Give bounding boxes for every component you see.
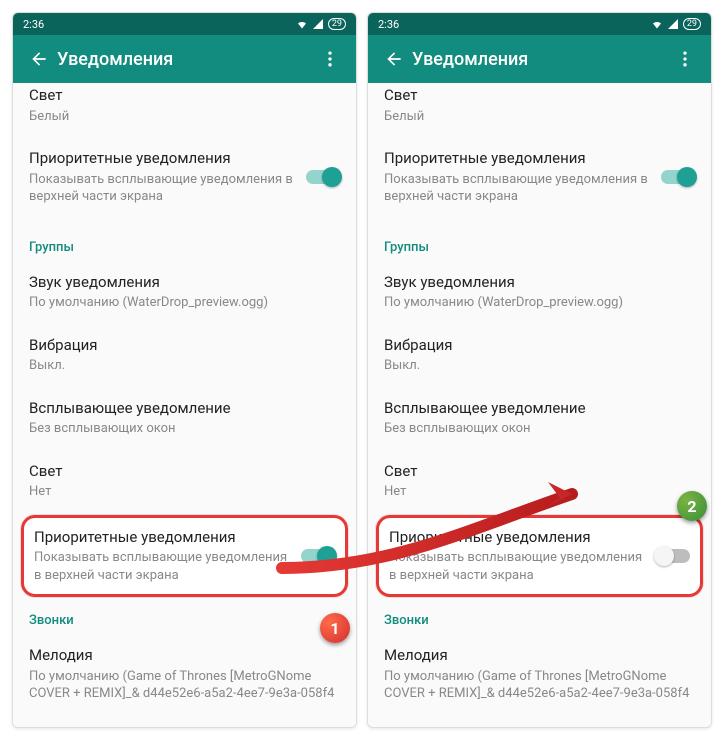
action-bar: Уведомления: [368, 35, 711, 83]
section-groups: Группы: [13, 226, 356, 261]
step-badge-2: 2: [677, 491, 707, 521]
phone-right: 2:36 29 Уведомления Свет Белый Приоритет…: [367, 12, 712, 728]
setting-ringtone[interactable]: Мелодия По умолчанию (Game of Thrones [M…: [368, 634, 711, 715]
more-button[interactable]: [312, 49, 348, 69]
arrow-back-icon: [384, 49, 404, 69]
action-bar: Уведомления: [13, 35, 356, 83]
setting-priority-highlight[interactable]: Приоритетные уведомления Показывать вспл…: [21, 515, 348, 598]
status-icons: 29: [296, 18, 346, 30]
phones-container: 2:36 29 Уведомления Свет Белый Приоритет…: [12, 12, 712, 728]
page-title: Уведомления: [412, 49, 667, 70]
setting-popup[interactable]: Всплывающее уведомление Без всплывающих …: [13, 387, 356, 450]
wifi-icon: [296, 18, 308, 30]
phone-left: 2:36 29 Уведомления Свет Белый Приоритет…: [12, 12, 357, 728]
status-icons: 29: [651, 18, 701, 30]
step-badge-1: 1: [320, 613, 350, 643]
toggle-priority-highlight[interactable]: [656, 549, 690, 563]
battery-icon: 29: [683, 18, 701, 30]
setting-popup[interactable]: Всплывающее уведомление Без всплывающих …: [368, 387, 711, 450]
more-vert-icon: [320, 49, 340, 69]
arrow-back-icon: [29, 49, 49, 69]
setting-vibration[interactable]: Вибрация Выкл.: [368, 324, 711, 387]
setting-light-2[interactable]: Свет Нет: [13, 450, 356, 513]
status-time: 2:36: [378, 18, 651, 31]
toggle-priority-top[interactable]: [306, 170, 340, 184]
setting-vibration[interactable]: Вибрация Выкл.: [13, 324, 356, 387]
setting-priority-top[interactable]: Приоритетные уведомления Показывать вспл…: [13, 137, 356, 218]
section-calls: Звонки: [368, 599, 711, 634]
settings-list[interactable]: Свет Белый Приоритетные уведомления Пока…: [13, 83, 356, 727]
toggle-priority-highlight[interactable]: [301, 549, 335, 563]
more-vert-icon: [675, 49, 695, 69]
toggle-priority-top[interactable]: [661, 170, 695, 184]
more-button[interactable]: [667, 49, 703, 69]
page-title: Уведомления: [57, 49, 312, 70]
setting-light-2[interactable]: Свет Нет: [368, 450, 711, 513]
status-bar: 2:36 29: [368, 13, 711, 35]
status-time: 2:36: [23, 18, 296, 31]
setting-priority-top[interactable]: Приоритетные уведомления Показывать вспл…: [368, 137, 711, 218]
setting-sound[interactable]: Звук уведомления По умолчанию (WaterDrop…: [13, 261, 356, 324]
back-button[interactable]: [21, 49, 57, 69]
setting-light[interactable]: Свет Белый: [13, 83, 356, 137]
signal-icon: [312, 18, 324, 30]
battery-icon: 29: [328, 18, 346, 30]
back-button[interactable]: [376, 49, 412, 69]
signal-icon: [667, 18, 679, 30]
setting-light[interactable]: Свет Белый: [368, 83, 711, 137]
setting-sound[interactable]: Звук уведомления По умолчанию (WaterDrop…: [368, 261, 711, 324]
status-bar: 2:36 29: [13, 13, 356, 35]
section-groups: Группы: [368, 226, 711, 261]
setting-ringtone[interactable]: Мелодия По умолчанию (Game of Thrones [M…: [13, 634, 356, 715]
setting-priority-highlight[interactable]: Приоритетные уведомления Показывать вспл…: [376, 515, 703, 598]
settings-list[interactable]: Свет Белый Приоритетные уведомления Пока…: [368, 83, 711, 727]
wifi-icon: [651, 18, 663, 30]
section-calls: Звонки: [13, 599, 356, 634]
